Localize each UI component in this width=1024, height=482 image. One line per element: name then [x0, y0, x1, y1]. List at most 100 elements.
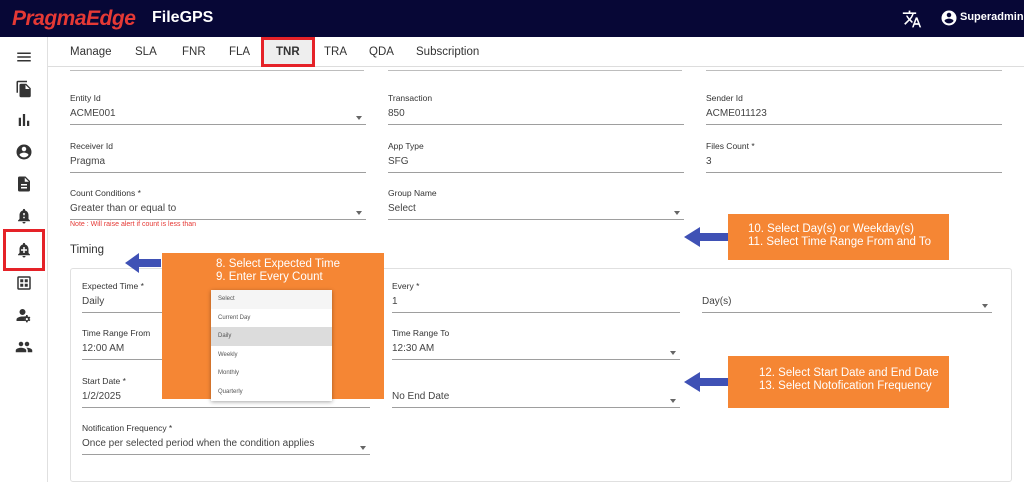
- field-label: Every *: [392, 281, 420, 291]
- bar-chart-icon: [18, 114, 30, 126]
- user-name[interactable]: Superadmin: [960, 11, 1024, 23]
- field-value: ACME001: [70, 108, 116, 119]
- alert-icon: [18, 208, 30, 224]
- tab-tra[interactable]: TRA: [324, 37, 347, 67]
- chevron-down-icon: [674, 211, 680, 215]
- alert-add-icon: [18, 242, 30, 258]
- menu-icon: [17, 52, 31, 62]
- time-range-to-select[interactable]: Time Range To 12:30 AM: [392, 328, 680, 360]
- dropdown-option-selected[interactable]: Daily: [211, 327, 332, 346]
- arrow-left-icon: [125, 253, 161, 273]
- document-icon: [18, 176, 30, 192]
- sidebar-item-groups[interactable]: [10, 333, 38, 361]
- field-label: App Type: [388, 141, 424, 151]
- field-label: Receiver Id: [70, 141, 113, 151]
- field-label: Files Count *: [706, 141, 755, 151]
- chevron-down-icon: [982, 304, 988, 308]
- callout-line: 8. Select Expected Time: [216, 258, 341, 270]
- sidebar-item-reports[interactable]: [10, 106, 38, 134]
- dropdown-option[interactable]: Quarterly: [211, 383, 332, 402]
- field-value: 850: [388, 108, 405, 119]
- field-label: Time Range To: [392, 328, 450, 338]
- translate-icon[interactable]: [902, 9, 922, 29]
- divider: [706, 70, 1002, 71]
- every-unit-select[interactable]: Day(s): [702, 281, 992, 313]
- receiver-id-field[interactable]: Receiver Id Pragma: [70, 141, 366, 173]
- files-count-field[interactable]: Files Count * 3: [706, 141, 1002, 173]
- dropdown-option[interactable]: Weekly: [211, 346, 332, 365]
- tab-sla[interactable]: SLA: [135, 37, 157, 67]
- field-value: 3: [706, 156, 712, 167]
- chevron-down-icon: [670, 351, 676, 355]
- callout-line: 9. Enter Every Count: [216, 271, 323, 283]
- field-value: ACME011123: [706, 108, 767, 119]
- tab-fnr[interactable]: FNR: [182, 37, 206, 67]
- chevron-down-icon: [356, 116, 362, 120]
- tab-tnr[interactable]: TNR: [261, 37, 315, 67]
- field-label: Group Name: [388, 188, 437, 198]
- arrow-left-icon: [684, 372, 728, 392]
- callout-steps-12-13: 12. Select Start Date and End Date 13. S…: [728, 356, 949, 408]
- callout-line: 11. Select Time Range From and To: [748, 236, 932, 248]
- field-value: Greater than or equal to: [70, 203, 177, 214]
- expected-time-dropdown-menu: Select Current Day Daily Weekly Monthly …: [211, 290, 332, 401]
- end-date-select[interactable]: No End Date: [392, 376, 680, 408]
- every-count-field[interactable]: Every * 1: [392, 281, 680, 313]
- chevron-down-icon: [670, 399, 676, 403]
- user-settings-icon: [16, 309, 31, 323]
- field-value: 1: [392, 296, 398, 307]
- entity-id-select[interactable]: Entity Id ACME001: [70, 93, 366, 125]
- sidebar-item-account[interactable]: [10, 138, 38, 166]
- count-conditions-select[interactable]: Count Conditions * Greater than or equal…: [70, 188, 366, 220]
- dropdown-option[interactable]: Monthly: [211, 364, 332, 383]
- field-value: Once per selected period when the condit…: [82, 438, 315, 449]
- sidebar-menu-button[interactable]: [10, 43, 38, 71]
- sidebar-item-files[interactable]: [10, 75, 38, 103]
- field-label: Count Conditions *: [70, 188, 141, 198]
- chevron-down-icon: [356, 211, 362, 215]
- field-value: Pragma: [70, 156, 106, 167]
- notification-frequency-select[interactable]: Notification Frequency * Once per select…: [82, 423, 370, 455]
- field-value: No End Date: [392, 391, 450, 402]
- sender-id-field[interactable]: Sender Id ACME011123: [706, 93, 1002, 125]
- callout-steps-10-11: 10. Select Day(s) or Weekday(s) 11. Sele…: [728, 214, 949, 260]
- dropdown-option[interactable]: Select: [211, 290, 332, 309]
- field-label: Sender Id: [706, 93, 743, 103]
- sidebar-item-documents[interactable]: [10, 170, 38, 198]
- count-note: Note : Will raise alert if count is less…: [70, 221, 197, 228]
- account-icon[interactable]: [940, 9, 958, 27]
- transaction-field[interactable]: Transaction 850: [388, 93, 684, 125]
- sidebar-item-dashboard[interactable]: [10, 269, 38, 297]
- sidebar-item-tnr-alerts[interactable]: [3, 229, 45, 271]
- tab-qda[interactable]: QDA: [369, 37, 394, 67]
- company-logo: PragmaEdge: [12, 7, 136, 30]
- field-value: Select: [388, 203, 416, 214]
- callout-line: 12. Select Start Date and End Date: [759, 367, 939, 379]
- field-label: Notification Frequency *: [82, 423, 173, 433]
- callout-line: 10. Select Day(s) or Weekday(s): [748, 223, 914, 235]
- product-name: FileGPS: [152, 9, 214, 26]
- group-name-select[interactable]: Group Name Select: [388, 188, 684, 220]
- dropdown-option[interactable]: Current Day: [211, 309, 332, 328]
- tab-subscription[interactable]: Subscription: [416, 37, 479, 67]
- timing-section-title: Timing: [70, 244, 105, 256]
- callout-line: 13. Select Notofication Frequency: [759, 380, 932, 392]
- arrow-left-icon: [684, 227, 728, 247]
- files-icon: [16, 80, 31, 98]
- sidebar-item-alerts[interactable]: [10, 202, 38, 230]
- tab-fla[interactable]: FLA: [229, 37, 250, 67]
- field-label: Entity Id: [70, 93, 101, 103]
- divider: [388, 70, 682, 71]
- field-value: SFG: [388, 156, 409, 167]
- top-app-bar: PragmaEdge FileGPS Superadmin: [0, 0, 1024, 37]
- divider: [70, 70, 364, 71]
- tab-manage[interactable]: Manage: [70, 37, 112, 67]
- dashboard-icon: [17, 276, 31, 290]
- account-icon: [16, 144, 32, 160]
- app-type-field[interactable]: App Type SFG: [388, 141, 684, 173]
- group-icon: [15, 341, 33, 353]
- sidebar: [0, 37, 48, 482]
- field-value: Day(s): [702, 296, 732, 307]
- sidebar-item-user-settings[interactable]: [10, 301, 38, 329]
- field-label: Transaction: [388, 93, 433, 103]
